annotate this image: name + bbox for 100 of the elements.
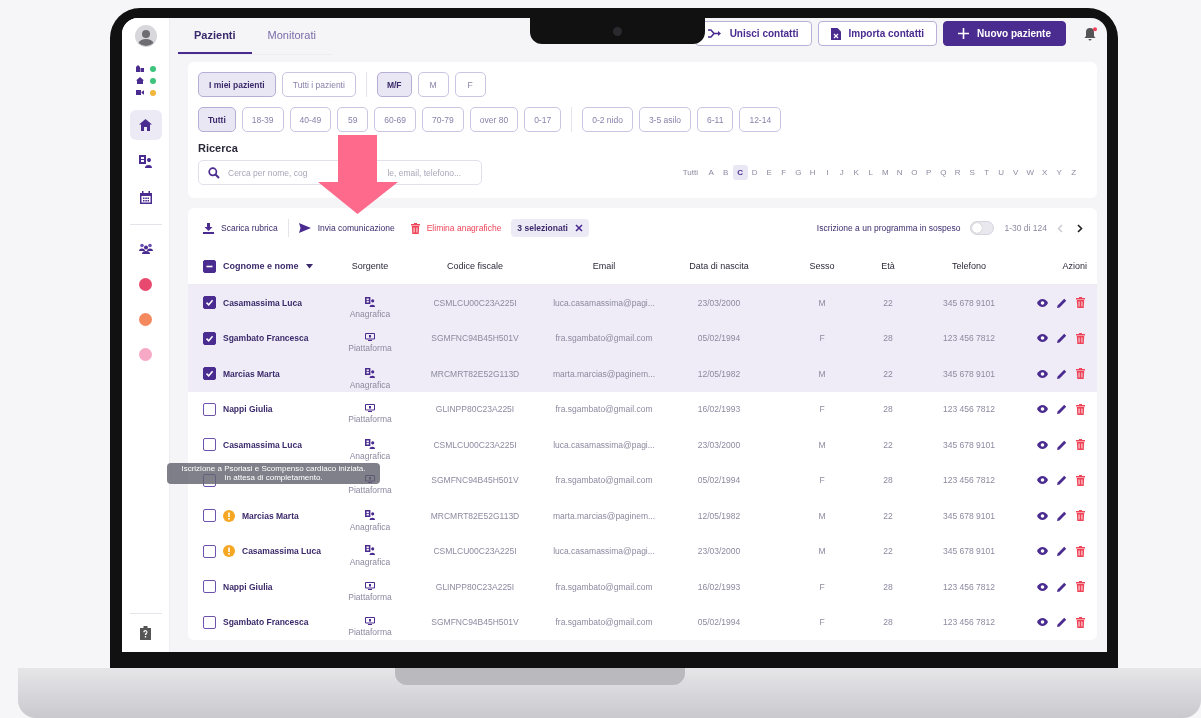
trash-icon[interactable]: [1076, 474, 1085, 486]
edit-pencil-icon[interactable]: [1057, 581, 1067, 592]
letter-filter[interactable]: L: [863, 165, 878, 180]
letter-filter[interactable]: M: [878, 165, 893, 180]
column-header[interactable]: Età: [881, 261, 895, 271]
letter-filter[interactable]: O: [907, 165, 922, 180]
patient-scope-filter[interactable]: I miei pazienti: [198, 72, 276, 97]
letter-filter[interactable]: U: [994, 165, 1009, 180]
help-clipboard-icon[interactable]: [140, 626, 151, 640]
table-row[interactable]: Casamassima Luca Anagrafica CSMLCU00C23A225I luca.casamassima@pagi... 23/03/2000 M 22 345 678 9101: [188, 533, 1097, 569]
letter-filter[interactable]: Y: [1052, 165, 1067, 180]
letter-filter[interactable]: F: [776, 165, 791, 180]
download-button[interactable]: Scarica rubrica: [203, 222, 278, 234]
row-checkbox[interactable]: [203, 544, 216, 558]
notification-bell-icon[interactable]: [1084, 26, 1097, 41]
table-row[interactable]: Nappi Giulia Piattaforma GLINPP80C23A225I fra.sgambato@gmail.com 16/02/1993 F 28 123 456 7812: [188, 569, 1097, 605]
next-page-icon[interactable]: [1077, 223, 1083, 233]
edit-pencil-icon[interactable]: [1057, 333, 1067, 344]
row-checkbox[interactable]: [203, 296, 216, 310]
colored-dot[interactable]: [139, 348, 152, 361]
letter-filter[interactable]: Tutti: [682, 165, 704, 180]
send-button[interactable]: Invia comunicazione: [298, 223, 395, 233]
letter-filter[interactable]: I: [820, 165, 835, 180]
letter-filter[interactable]: D: [747, 165, 762, 180]
age-filter[interactable]: 0-17: [524, 107, 562, 132]
column-header[interactable]: Email: [592, 261, 616, 271]
letter-filter[interactable]: X: [1037, 165, 1052, 180]
close-icon[interactable]: [574, 224, 583, 232]
table-row[interactable]: Nappi Giulia Piattaforma GLINPP80C23A225I fra.sgambato@gmail.com 16/02/1993 F 28 123 456 7812: [188, 391, 1097, 427]
age-filter[interactable]: 59: [337, 107, 369, 132]
age-filter[interactable]: 18-39: [241, 107, 284, 132]
column-header[interactable]: Sesso: [809, 261, 835, 271]
trash-icon[interactable]: [1076, 332, 1085, 344]
edit-pencil-icon[interactable]: [1057, 475, 1067, 486]
letter-filter[interactable]: P: [921, 165, 936, 180]
letter-filter[interactable]: K: [849, 165, 864, 180]
row-checkbox[interactable]: [203, 615, 216, 629]
row-checkbox[interactable]: [203, 580, 216, 594]
letter-filter[interactable]: C: [733, 165, 748, 180]
letter-filter[interactable]: V: [1008, 165, 1023, 180]
letter-filter[interactable]: N: [892, 165, 907, 180]
row-checkbox[interactable]: [203, 438, 216, 452]
view-eye-icon[interactable]: [1037, 334, 1048, 343]
table-row[interactable]: Sgambato Francesca Piattaforma SGMFNC94B45H501V fra.sgambato@gmail.com 05/02/1994 F 28 123 456 7812: [188, 320, 1097, 356]
letter-filter[interactable]: R: [950, 165, 965, 180]
view-eye-icon[interactable]: [1037, 618, 1048, 627]
age-filter[interactable]: Tutti: [198, 107, 236, 132]
letter-filter[interactable]: B: [718, 165, 733, 180]
table-row[interactable]: Casamassima Luca Anagrafica CSMLCU00C23A225I luca.casamassima@pagi... 23/03/2000 M 22 345 678 9101: [188, 285, 1097, 321]
row-checkbox[interactable]: [203, 367, 216, 381]
trash-icon[interactable]: [1076, 368, 1085, 380]
view-eye-icon[interactable]: [1037, 298, 1048, 307]
column-header[interactable]: Azioni: [1062, 261, 1087, 271]
import-contacts-button[interactable]: Importa contatti: [817, 21, 938, 46]
child-age-filter[interactable]: 12-14: [739, 107, 782, 132]
select-all-checkbox[interactable]: [203, 259, 216, 273]
table-row[interactable]: Sgambato Francesca Piattaforma SGMFNC94B45H501V fra.sgambato@gmail.com 05/02/1994 F 28 123 456 7812: [188, 604, 1097, 640]
age-filter[interactable]: 70-79: [422, 107, 464, 132]
view-eye-icon[interactable]: [1037, 547, 1048, 556]
edit-pencil-icon[interactable]: [1057, 404, 1067, 415]
age-filter[interactable]: 40-49: [289, 107, 332, 132]
edit-pencil-icon[interactable]: [1057, 368, 1067, 379]
trash-icon[interactable]: [1076, 581, 1085, 593]
column-header[interactable]: Telefono: [952, 261, 986, 271]
letter-filter[interactable]: G: [791, 165, 806, 180]
view-eye-icon[interactable]: [1037, 405, 1048, 414]
row-checkbox[interactable]: [203, 331, 216, 345]
trash-icon[interactable]: [1076, 545, 1085, 557]
row-checkbox[interactable]: [203, 402, 216, 416]
trash-icon[interactable]: [1076, 439, 1085, 451]
child-age-filter[interactable]: 0-2 nido: [582, 107, 633, 132]
pending-toggle[interactable]: [970, 221, 995, 235]
sex-filter[interactable]: M/F: [376, 72, 412, 97]
new-patient-button[interactable]: Nuovo paziente: [943, 21, 1066, 46]
view-eye-icon[interactable]: [1037, 440, 1048, 449]
column-header[interactable]: Data di nascita: [689, 261, 749, 271]
letter-filter[interactable]: E: [762, 165, 777, 180]
trash-icon[interactable]: [1076, 510, 1085, 522]
table-row[interactable]: Marcias Marta Anagrafica MRCMRT82E52G113D marta.marcias@paginem... 12/05/1982 M 22 345 678 9101: [188, 356, 1097, 392]
child-age-filter[interactable]: 3-5 asilo: [638, 107, 691, 132]
delete-button[interactable]: Elimina anagrafiche: [410, 222, 502, 234]
row-checkbox[interactable]: [203, 509, 216, 523]
column-header[interactable]: Sorgente: [351, 261, 389, 271]
letter-filter[interactable]: J: [834, 165, 849, 180]
edit-pencil-icon[interactable]: [1057, 617, 1067, 628]
letter-filter[interactable]: Q: [936, 165, 951, 180]
trash-icon[interactable]: [1076, 297, 1085, 309]
tab[interactable]: Monitorati: [251, 18, 332, 54]
edit-pencil-icon[interactable]: [1057, 439, 1067, 450]
colored-dot[interactable]: [139, 278, 152, 291]
trash-icon[interactable]: [1076, 616, 1085, 628]
column-header[interactable]: Codice fiscale: [447, 261, 503, 271]
colored-dot[interactable]: [139, 313, 152, 326]
edit-pencil-icon[interactable]: [1057, 297, 1067, 308]
view-eye-icon[interactable]: [1037, 476, 1048, 485]
edit-pencil-icon[interactable]: [1057, 546, 1067, 557]
column-header[interactable]: Cognome e nome: [223, 261, 299, 271]
age-filter[interactable]: over 80: [469, 107, 519, 132]
letter-filter[interactable]: T: [979, 165, 994, 180]
letter-filter[interactable]: Z: [1066, 165, 1081, 180]
